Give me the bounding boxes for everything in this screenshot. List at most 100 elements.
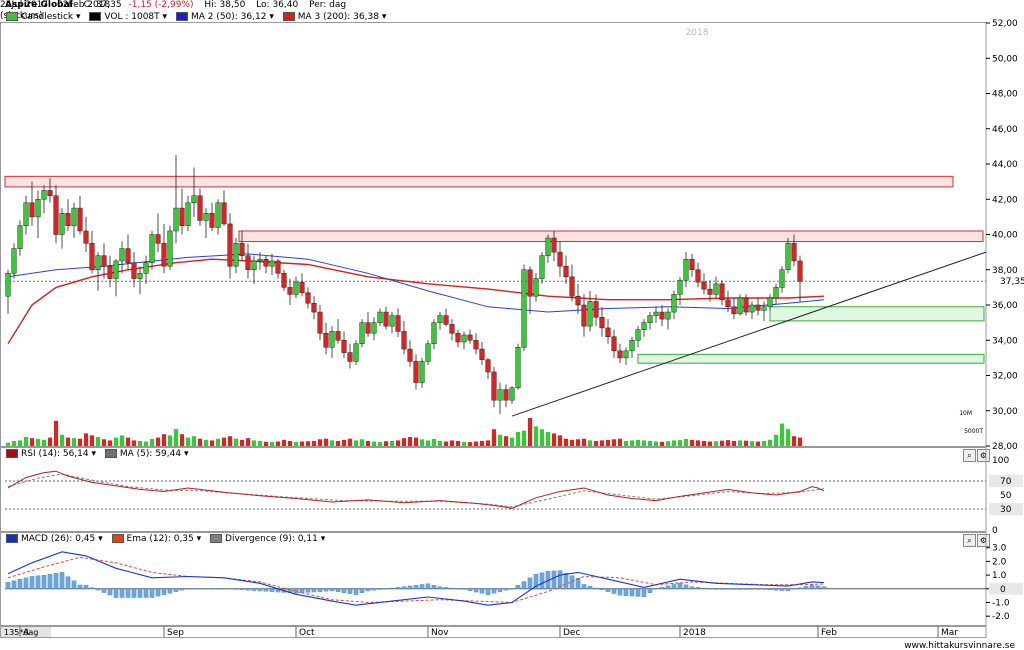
price-tick-label: 38,00 [992, 266, 1018, 276]
divergence-bar [497, 588, 503, 592]
trend-line [511, 251, 987, 417]
volume-bar [707, 441, 713, 446]
candle-body [725, 299, 731, 308]
rsi-tick-label: 100 [992, 456, 1009, 466]
divergence-bar [179, 588, 185, 591]
divergence-bar [677, 582, 683, 589]
time-label: Oct [299, 628, 315, 638]
macd-panel-frame [0, 532, 987, 626]
volume-bar [521, 430, 527, 446]
rsi-line [7, 470, 825, 509]
candle-body [191, 195, 197, 204]
divergence-bar [323, 588, 329, 592]
volume-bar [239, 439, 245, 446]
divergence-bar [629, 588, 635, 597]
volume-bar [431, 439, 437, 446]
candle-body [263, 258, 269, 267]
time-label: A [23, 628, 30, 638]
divergence-bar [401, 586, 407, 589]
divergence-bar [95, 588, 101, 591]
divergence-bar [299, 588, 305, 593]
volume-bar [455, 440, 461, 446]
candle-body [707, 288, 713, 295]
divergence-bar [491, 588, 497, 594]
volume-bar [761, 440, 767, 446]
candle-body [383, 311, 389, 327]
candle-body [713, 283, 719, 295]
candle-body [641, 322, 647, 330]
candle-body [5, 273, 11, 297]
candle-body [359, 322, 365, 345]
divergence-bar [413, 584, 419, 589]
divergence-bar [245, 588, 251, 591]
candle-body [695, 269, 701, 283]
price-tick-label: 48,00 [992, 90, 1018, 100]
candle-body [281, 273, 287, 288]
candle-body [485, 359, 491, 373]
candle-body [779, 269, 785, 288]
volume-bar [677, 440, 683, 446]
period-label: 135*dag [4, 628, 38, 637]
candle-body [467, 334, 473, 341]
volume-bar [191, 436, 197, 446]
divergence-bar [659, 587, 665, 589]
candle-body [137, 273, 143, 279]
divergence-bar [635, 588, 641, 597]
price-chart[interactable]: 2018 52,00 50,00 48,00 46,00 44,00 42,00 40,00 3… [0, 0, 1024, 650]
divergence-bar [359, 588, 365, 593]
volume-bar [509, 437, 515, 446]
price-tick-label: 32,00 [992, 372, 1018, 382]
volume-bar [557, 435, 563, 446]
candle-body [323, 332, 329, 348]
divergence-bar [173, 588, 179, 592]
volume-bar [515, 432, 521, 446]
divergence-bar [791, 588, 797, 590]
divergence-bar [257, 588, 263, 592]
candle-body [683, 258, 689, 281]
macd-tick-label: -1.0 [992, 598, 1010, 608]
rsi-level-label: 70 [1000, 477, 1012, 487]
candle-body [35, 199, 41, 218]
volume-bar [161, 434, 167, 446]
candle-body [665, 311, 671, 320]
footer-url: www.hittakursvinnare.se [904, 641, 1015, 650]
volume-bar [83, 433, 89, 446]
candle-body [107, 265, 113, 279]
divergence-bar [443, 587, 449, 589]
candle-body [185, 202, 191, 226]
candle-body [629, 340, 635, 352]
candle-body [89, 243, 95, 270]
divergence-bar [509, 588, 515, 590]
candle-body [533, 278, 539, 297]
volume-bar [659, 441, 665, 446]
volume-bar [263, 441, 269, 446]
volume-bar [185, 437, 191, 446]
candle-body [365, 322, 371, 334]
volume-bar [311, 440, 317, 446]
volume-bar [773, 434, 779, 446]
candle-body [497, 389, 503, 401]
volume-bar [323, 438, 329, 446]
candle-body [455, 332, 461, 343]
divergence-bar [305, 588, 311, 593]
volume-bar [245, 438, 251, 446]
divergence-bar [47, 574, 53, 589]
divergence-bar [611, 588, 617, 594]
candle-body [479, 348, 485, 360]
candle-body [581, 304, 587, 327]
candle-body [371, 322, 377, 334]
candle-body [131, 262, 137, 279]
rsi-panel-frame [0, 447, 987, 532]
resistance-zone [4, 175, 954, 188]
candle-body [593, 301, 599, 318]
volume-bar [203, 439, 209, 446]
divergence-bar [197, 588, 203, 590]
candle-body [353, 343, 359, 362]
divergence-bar [347, 588, 353, 594]
volume-bar [47, 437, 53, 446]
volume-bar [533, 426, 539, 446]
volume-bar [371, 441, 377, 446]
volume-bar [437, 440, 443, 446]
divergence-bar [353, 588, 359, 595]
watermark: 2018 [686, 28, 709, 38]
